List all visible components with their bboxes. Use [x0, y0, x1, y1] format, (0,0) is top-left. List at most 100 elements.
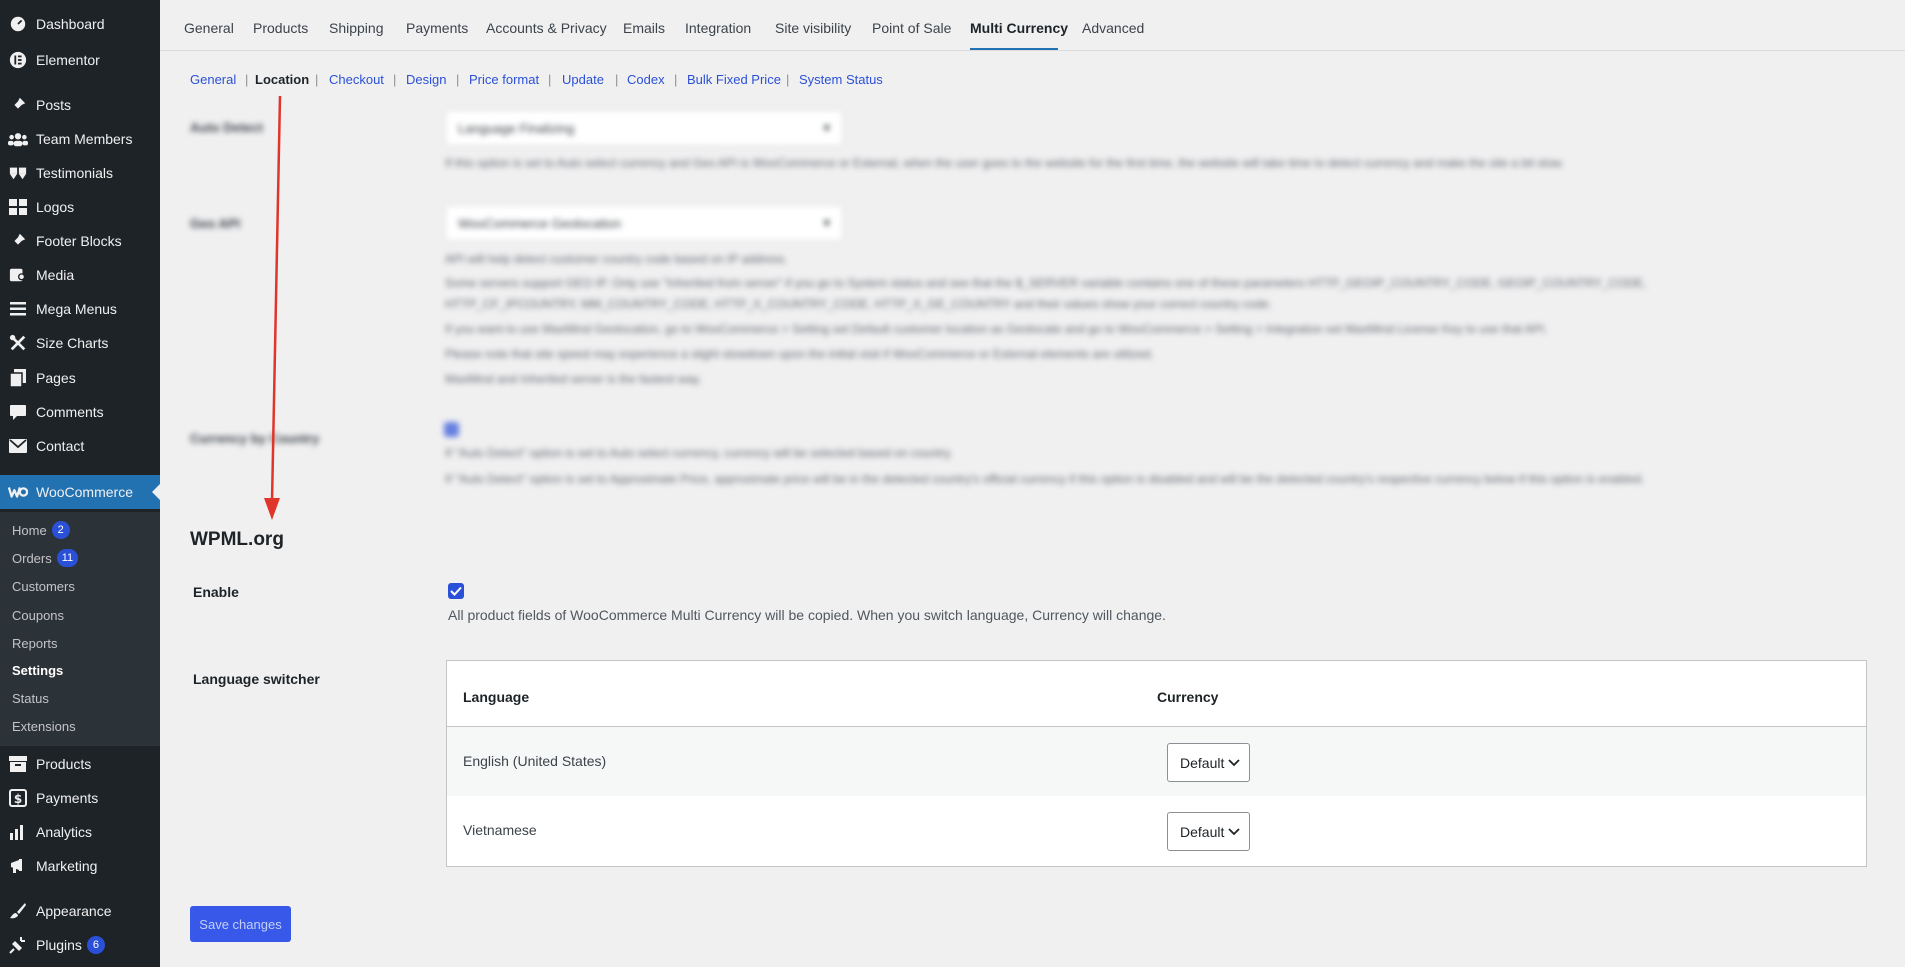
- menu-plugins[interactable]: Plugins 6: [0, 928, 160, 962]
- menu-label: Footer Blocks: [36, 233, 122, 249]
- submenu-label: Coupons: [12, 607, 65, 623]
- pin-icon: [0, 96, 36, 114]
- menu-label: Team Members: [36, 131, 133, 147]
- submenu-label: Extensions: [12, 718, 76, 734]
- menu-footer-blocks[interactable]: Footer Blocks: [0, 224, 160, 258]
- menu-woocommerce[interactable]: WooCommerce: [0, 475, 160, 509]
- subnav-separator: |: [245, 72, 249, 87]
- menu-testimonials[interactable]: Testimonials: [0, 156, 160, 190]
- submenu-extensions[interactable]: Extensions: [12, 715, 76, 737]
- menu-appearance[interactable]: Appearance: [0, 894, 160, 928]
- subnav-bulk-fixed-price[interactable]: Bulk Fixed Price: [687, 72, 781, 87]
- currency-select-value: Default: [1180, 823, 1225, 840]
- subnav-location[interactable]: Location: [255, 72, 309, 87]
- menu-label: Marketing: [36, 858, 98, 874]
- subnav-checkout[interactable]: Checkout: [329, 72, 384, 87]
- menu-label: Dashboard: [36, 16, 105, 32]
- tab-integration[interactable]: Integration: [685, 20, 751, 36]
- tab-accounts-privacy[interactable]: Accounts & Privacy: [486, 20, 607, 36]
- submenu-reports[interactable]: Reports: [12, 632, 58, 654]
- submenu-label: Customers: [12, 578, 75, 594]
- grid-icon: [0, 199, 36, 215]
- menu-products[interactable]: Products: [0, 747, 160, 781]
- menu-media[interactable]: Media: [0, 258, 160, 292]
- geo-api-label: Geo API: [190, 216, 241, 231]
- currency-select[interactable]: Default: [1167, 743, 1250, 782]
- menu-mega-menus[interactable]: Mega Menus: [0, 292, 160, 326]
- menu-comments[interactable]: Comments: [0, 395, 160, 429]
- submenu-coupons[interactable]: Coupons: [12, 604, 64, 626]
- tab-site-visibility[interactable]: Site visibility: [775, 20, 851, 36]
- wpml-section-title: WPML.org: [190, 529, 284, 550]
- dashboard-icon: [0, 15, 36, 33]
- currency-by-country-label: Currency by Country: [190, 431, 320, 446]
- tab-shipping[interactable]: Shipping: [329, 20, 384, 36]
- subnav-general[interactable]: General: [190, 72, 236, 87]
- menu-payments[interactable]: $ Payments: [0, 781, 160, 815]
- submenu-orders[interactable]: Orders 11: [12, 547, 79, 569]
- enable-checkbox[interactable]: [448, 583, 464, 599]
- enable-label: Enable: [193, 584, 239, 600]
- subnav-design[interactable]: Design: [406, 72, 446, 87]
- subnav-separator: |: [548, 72, 552, 87]
- tab-products[interactable]: Products: [253, 20, 308, 36]
- tab-emails[interactable]: Emails: [623, 20, 665, 36]
- menu-label: Testimonials: [36, 165, 114, 181]
- submenu-status[interactable]: Status: [12, 687, 49, 709]
- menu-contact[interactable]: Contact: [0, 429, 160, 463]
- subnav-price-format[interactable]: Price format: [469, 72, 539, 87]
- save-changes-button[interactable]: Save changes: [190, 906, 291, 942]
- settings-tabs: General Products Shipping Payments Accou…: [160, 0, 1905, 51]
- menu-elementor[interactable]: Elementor: [0, 43, 160, 77]
- currency-by-country-desc: If "Auto Detect" option is set to Approx…: [445, 472, 1645, 486]
- tab-point-of-sale[interactable]: Point of Sale: [872, 20, 951, 36]
- geo-api-desc: Some servers support GEO IP. Only use "I…: [445, 276, 1647, 290]
- check-icon: [450, 586, 462, 596]
- subnav-update[interactable]: Update: [562, 72, 604, 87]
- currency-by-country-checkbox[interactable]: [444, 422, 459, 437]
- subnav-codex[interactable]: Codex: [627, 72, 665, 87]
- submenu-customers[interactable]: Customers: [12, 575, 75, 597]
- chevron-down-icon: ▾: [823, 120, 830, 135]
- column-header-language: Language: [463, 689, 530, 705]
- geo-api-desc: HTTP_CF_IPCOUNTRY, MM_COUNTRY_CODE, HTTP…: [445, 297, 1272, 311]
- menu-size-charts[interactable]: Size Charts: [0, 326, 160, 360]
- geo-api-value: WooCommerce Geolocation: [458, 215, 622, 231]
- currency-select[interactable]: Default: [1167, 812, 1250, 851]
- tab-multi-currency[interactable]: Multi Currency: [970, 20, 1068, 36]
- chevron-down-icon: [1228, 827, 1240, 836]
- auto-detect-label: Auto Detect: [190, 120, 263, 135]
- tab-general[interactable]: General: [184, 20, 234, 36]
- auto-detect-select[interactable]: Language Finalizing ▾: [445, 110, 843, 146]
- active-tab-indicator: [970, 48, 1058, 50]
- geo-api-select[interactable]: WooCommerce Geolocation ▾: [445, 205, 843, 241]
- tab-payments[interactable]: Payments: [406, 20, 468, 36]
- plugins-count-badge: 6: [86, 936, 105, 954]
- menu-logos[interactable]: Logos: [0, 190, 160, 224]
- language-currency-table: Language Currency English (United States…: [446, 660, 1867, 867]
- menu-analytics[interactable]: Analytics: [0, 815, 160, 849]
- subnav-system-status[interactable]: System Status: [799, 72, 883, 87]
- users-icon: [0, 131, 36, 147]
- menu-dashboard[interactable]: Dashboard: [0, 7, 160, 41]
- tab-advanced[interactable]: Advanced: [1082, 20, 1144, 36]
- language-cell: English (United States): [463, 753, 607, 769]
- menu-label: Contact: [36, 438, 85, 454]
- menu-label: Media: [36, 267, 75, 283]
- woocommerce-submenu: Home 2 Orders 11 Customers Coupons Reports…: [0, 512, 160, 746]
- pages-icon: [0, 369, 36, 387]
- submenu-home[interactable]: Home 2: [12, 519, 70, 541]
- auto-detect-desc: If this option is set to Auto select cur…: [445, 156, 1564, 170]
- menu-label: Posts: [36, 97, 72, 113]
- menu-team-members[interactable]: Team Members: [0, 122, 160, 156]
- pin-icon: [0, 232, 36, 250]
- menu-posts[interactable]: Posts: [0, 88, 160, 122]
- submenu-label: Reports: [12, 635, 58, 651]
- language-switcher-label: Language switcher: [193, 671, 320, 687]
- menu-pages[interactable]: Pages: [0, 361, 160, 395]
- geo-api-desc: If you want to use MaxMind Geolocation, …: [445, 322, 1548, 336]
- menu-marketing[interactable]: Marketing: [0, 849, 160, 883]
- submenu-settings[interactable]: Settings: [12, 659, 63, 681]
- menu-label: Payments: [36, 790, 99, 806]
- table-row: English (United States) Default: [447, 726, 1866, 796]
